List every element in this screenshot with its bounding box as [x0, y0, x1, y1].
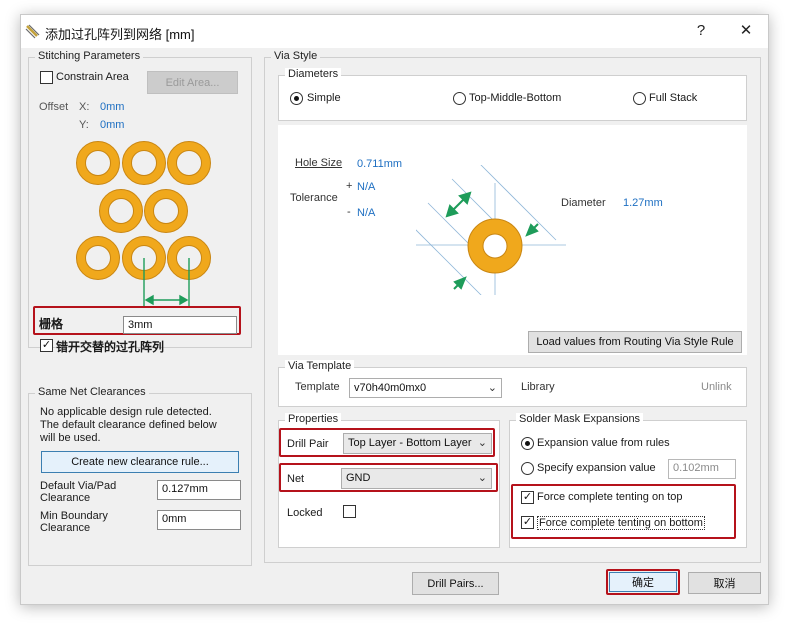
- specify-expansion-radio[interactable]: [521, 462, 534, 475]
- unlink-link[interactable]: Unlink: [701, 381, 732, 393]
- full-stack-label: Full Stack: [649, 92, 698, 104]
- ok-button[interactable]: 确定: [609, 572, 677, 592]
- drill-pair-value: Top Layer - Bottom Layer: [348, 437, 472, 449]
- tolerance-minus-sign: -: [347, 206, 351, 218]
- net-value: GND: [346, 472, 371, 484]
- load-via-style-button[interactable]: Load values from Routing Via Style Rule: [528, 331, 742, 353]
- grid-input[interactable]: 3mm: [123, 316, 237, 334]
- via-template-title: Via Template: [285, 360, 355, 372]
- app-icon: [25, 24, 40, 39]
- default-clearance-value: 0.127mm: [162, 483, 208, 495]
- create-clearance-rule-button[interactable]: Create new clearance rule...: [41, 451, 239, 473]
- drill-pairs-button[interactable]: Drill Pairs...: [412, 572, 499, 595]
- drill-pair-select[interactable]: Top Layer - Bottom Layer ⌄: [343, 433, 492, 454]
- ok-label: 确定: [632, 577, 654, 589]
- hole-size-label: Hole Size: [295, 157, 343, 169]
- net-select[interactable]: GND ⌄: [341, 468, 492, 489]
- min-boundary-clearance-value: 0mm: [162, 513, 187, 525]
- close-button[interactable]: ✕: [731, 19, 761, 43]
- chevron-down-icon: ⌄: [477, 472, 487, 484]
- expansion-from-rules-label: Expansion value from rules: [537, 437, 670, 449]
- properties-title: Properties: [285, 413, 342, 425]
- expansion-from-rules-radio[interactable]: [521, 437, 534, 450]
- chevron-down-icon: ⌄: [487, 382, 497, 394]
- create-clearance-rule-label: Create new clearance rule...: [71, 456, 209, 468]
- template-label: Template: [295, 381, 340, 393]
- specify-expansion-value: 0.102mm: [673, 462, 719, 474]
- tent-bottom-checkbox[interactable]: ✓: [521, 516, 534, 529]
- stitching-title: Stitching Parameters: [35, 50, 144, 62]
- window-title: 添加过孔阵列到网络 [mm]: [45, 27, 195, 42]
- title-bar: 添加过孔阵列到网络 [mm] ? ✕: [21, 15, 768, 48]
- specify-expansion-input[interactable]: 0.102mm: [668, 459, 736, 479]
- diameters-title: Diameters: [285, 68, 342, 80]
- stagger-checkbox[interactable]: ✓: [40, 339, 53, 352]
- diameter-value: 1.27mm: [623, 197, 663, 209]
- tolerance-minus-value: N/A: [357, 207, 376, 219]
- grid-value: 3mm: [128, 319, 153, 331]
- locked-checkbox[interactable]: [343, 505, 356, 518]
- drill-pairs-label: Drill Pairs...: [427, 577, 484, 590]
- via-hole: [482, 233, 508, 259]
- drill-pair-label: Drill Pair: [287, 438, 329, 450]
- offset-y-label: Y:: [79, 119, 89, 131]
- constrain-area-checkbox[interactable]: [40, 71, 53, 84]
- simple-radio[interactable]: [290, 92, 303, 105]
- locked-label: Locked: [287, 507, 323, 519]
- offset-label: Offset: [39, 101, 69, 113]
- tent-top-label: Force complete tenting on top: [537, 491, 683, 503]
- default-clearance-input[interactable]: 0.127mm: [157, 480, 241, 500]
- template-value: v70h40m0mx0: [354, 382, 427, 394]
- clearances-title: Same Net Clearances: [35, 386, 149, 398]
- add-via-array-dialog: 添加过孔阵列到网络 [mm] ? ✕ Stitching Parameters …: [20, 14, 769, 605]
- full-stack-radio[interactable]: [633, 92, 646, 105]
- via-array-preview: [76, 141, 211, 308]
- via-style-title: Via Style: [271, 50, 321, 62]
- offset-y-value: 0mm: [100, 119, 125, 131]
- default-clearance-label: Default Via/Pad Clearance: [40, 480, 117, 504]
- help-button[interactable]: ?: [686, 19, 716, 43]
- offset-x-value: 0mm: [100, 101, 125, 113]
- offset-x-label: X:: [79, 101, 90, 113]
- min-boundary-clearance-input[interactable]: 0mm: [157, 510, 241, 530]
- tolerance-plus-sign: +: [346, 180, 353, 192]
- min-boundary-clearance-label: Min Boundary Clearance: [40, 510, 108, 534]
- chevron-down-icon: ⌄: [477, 437, 487, 449]
- cancel-button[interactable]: 取消: [688, 572, 761, 594]
- constrain-area-label: Constrain Area: [56, 71, 129, 83]
- top-middle-bottom-label: Top-Middle-Bottom: [469, 92, 562, 104]
- stagger-label: 错开交替的过孔阵列: [56, 340, 165, 354]
- tent-bottom-label: Force complete tenting on bottom: [537, 516, 705, 530]
- template-select[interactable]: v70h40m0mx0 ⌄: [349, 378, 502, 398]
- clearance-message: No applicable design rule detected. The …: [40, 406, 217, 444]
- tolerance-label: Tolerance: [290, 192, 338, 204]
- hole-size-value: 0.711mm: [357, 158, 403, 170]
- solder-mask-title: Solder Mask Expansions: [516, 413, 644, 425]
- grid-dimension-arrow: [143, 258, 190, 308]
- edit-area-button[interactable]: Edit Area...: [147, 71, 238, 94]
- cancel-label: 取消: [713, 578, 736, 590]
- load-via-style-label: Load values from Routing Via Style Rule: [536, 336, 734, 348]
- via-cross-section-diagram: [416, 165, 566, 295]
- tolerance-plus-value: N/A: [357, 181, 376, 193]
- library-label: Library: [521, 381, 555, 393]
- top-middle-bottom-radio[interactable]: [453, 92, 466, 105]
- grid-label: 栅格: [39, 317, 64, 331]
- diameter-label: Diameter: [561, 197, 606, 209]
- tent-top-checkbox[interactable]: ✓: [521, 491, 534, 504]
- net-label: Net: [287, 473, 305, 485]
- specify-expansion-label: Specify expansion value: [537, 462, 656, 474]
- edit-area-label: Edit Area...: [165, 76, 220, 89]
- simple-label: Simple: [307, 92, 341, 104]
